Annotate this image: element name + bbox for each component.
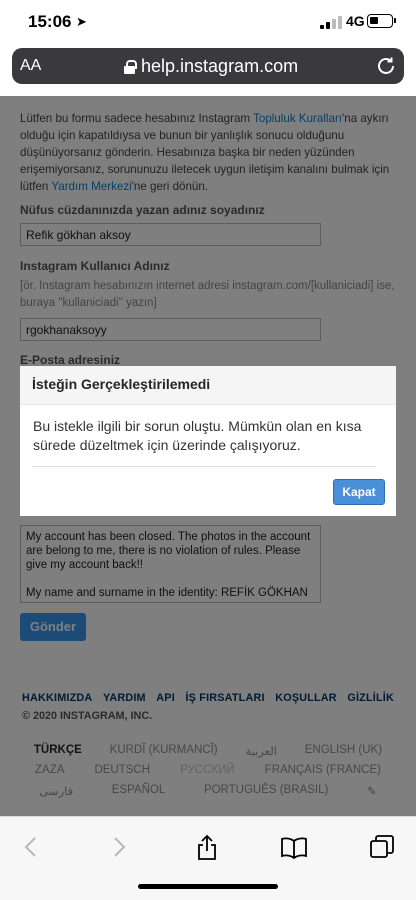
status-time: 15:06: [28, 12, 72, 31]
network-type: 4G: [346, 13, 365, 29]
dialog-divider: [32, 466, 376, 467]
status-bar: 15:06 ➤ 4G: [0, 0, 416, 46]
dialog-title: İsteğin Gerçekleştirilemedi: [20, 366, 396, 405]
share-icon[interactable]: [193, 833, 221, 861]
home-indicator: [138, 884, 278, 889]
reload-icon[interactable]: [374, 54, 398, 78]
text-size-button[interactable]: AA: [20, 57, 41, 75]
signal-icon: [320, 15, 342, 29]
forward-icon[interactable]: [104, 833, 132, 861]
browser-address-area: AA help.instagram.com: [0, 46, 416, 96]
tabs-icon[interactable]: [368, 833, 396, 861]
address-bar[interactable]: AA help.instagram.com: [12, 48, 404, 84]
back-icon[interactable]: [18, 833, 46, 861]
location-arrow-icon: ➤: [76, 14, 87, 29]
error-dialog: İsteğin Gerçekleştirilemedi Bu istekle i…: [20, 366, 396, 516]
dialog-message: Bu istekle ilgili bir sorun oluştu. Mümk…: [33, 418, 362, 453]
battery-icon: [367, 14, 396, 28]
url-display[interactable]: help.instagram.com: [124, 56, 298, 77]
text-size-label: AA: [20, 57, 42, 74]
close-button[interactable]: Kapat: [333, 479, 385, 505]
url-text: help.instagram.com: [141, 56, 299, 76]
lock-icon: [124, 59, 137, 74]
bookmarks-icon[interactable]: [280, 833, 308, 861]
